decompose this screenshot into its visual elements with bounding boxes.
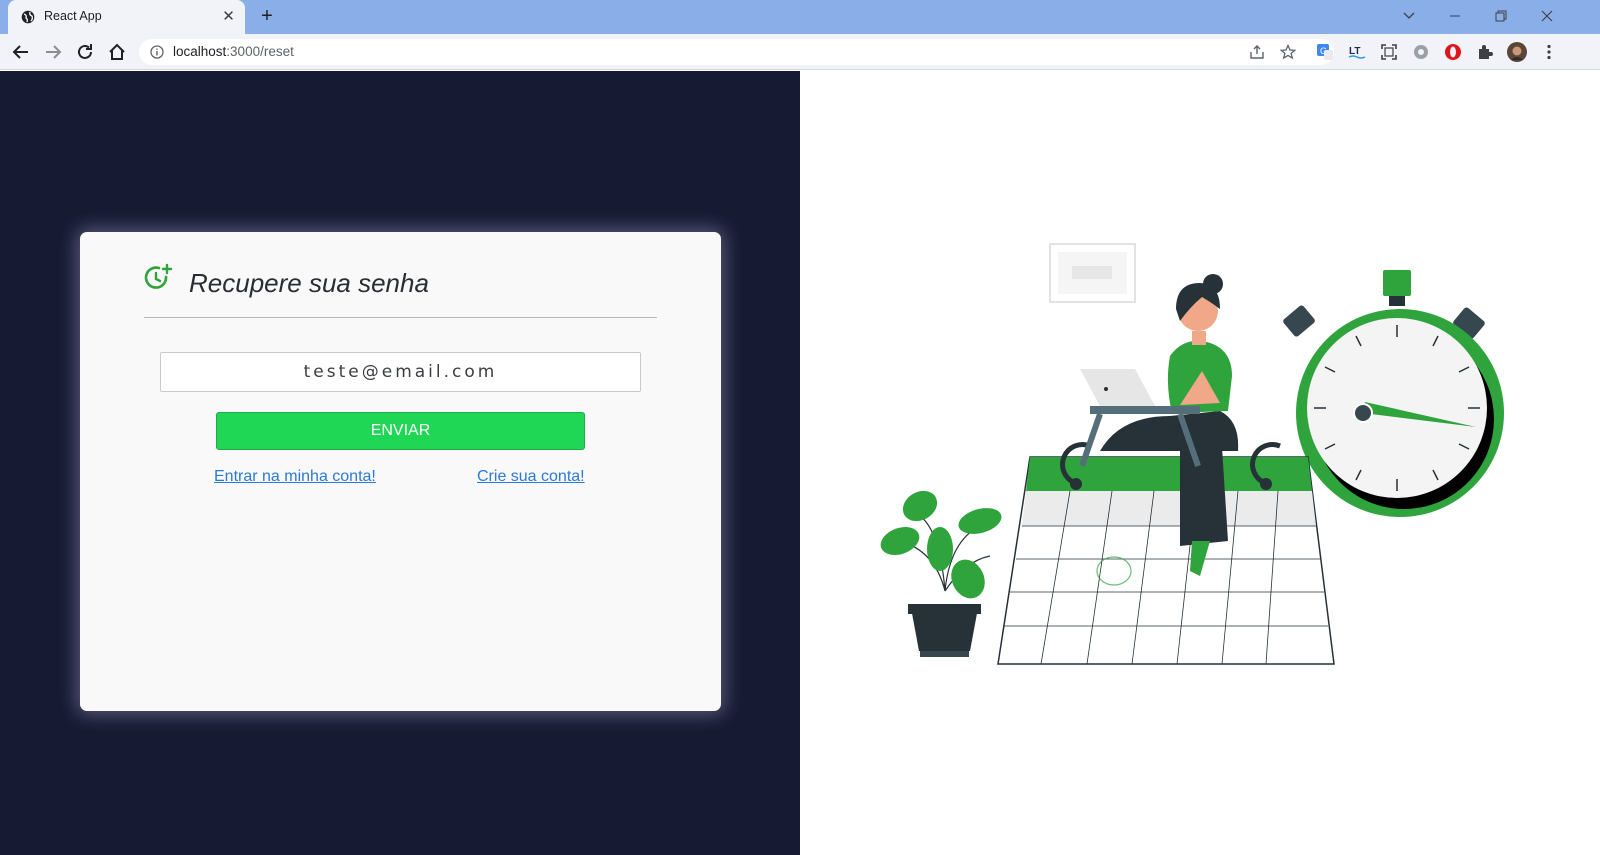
extensions-puzzle-icon[interactable] — [1476, 43, 1494, 61]
languagetool-extension-icon[interactable]: LT — [1348, 43, 1366, 61]
bookmark-star-icon[interactable] — [1280, 44, 1296, 60]
restore-icon[interactable] — [1490, 6, 1512, 26]
tab-close-icon[interactable]: ✕ — [220, 8, 237, 25]
share-icon[interactable] — [1249, 44, 1265, 60]
send-button[interactable]: ENVIAR — [216, 412, 585, 450]
reset-password-card: Recupere sua senha ENVIAR Entrar na minh… — [80, 232, 721, 711]
site-info-icon[interactable] — [150, 45, 164, 59]
browser-toolbar: localhost:3000/reset G LT — [0, 34, 1600, 70]
home-icon[interactable] — [106, 41, 128, 63]
browser-menu-icon[interactable] — [1540, 43, 1558, 61]
back-arrow-icon[interactable] — [10, 41, 32, 63]
url-path: :3000/reset — [226, 44, 294, 59]
settings-gear-extension-icon[interactable] — [1412, 43, 1430, 61]
login-link[interactable]: Entrar na minha conta! — [214, 468, 376, 486]
reload-icon[interactable] — [74, 41, 96, 63]
url-host: localhost — [173, 44, 227, 59]
forward-arrow-icon[interactable] — [42, 41, 64, 63]
translate-extension-icon[interactable]: G — [1316, 43, 1334, 61]
tab-title: React App — [44, 9, 102, 23]
screenshot-extension-icon[interactable] — [1380, 43, 1398, 61]
browser-tab[interactable]: React App ✕ — [8, 0, 245, 34]
calendar-stopwatch-illustration — [880, 243, 1504, 665]
page-title: Recupere sua senha — [189, 268, 429, 298]
right-panel — [800, 71, 1600, 855]
globe-icon — [21, 10, 35, 24]
clock-plus-icon — [144, 263, 173, 289]
tab-search-chevron-icon[interactable] — [1398, 6, 1420, 26]
calendar — [997, 442, 1335, 665]
email-field[interactable] — [160, 352, 641, 392]
left-panel: Recupere sua senha ENVIAR Entrar na minh… — [0, 71, 800, 855]
svg-text:LT: LT — [1349, 46, 1360, 57]
opera-extension-icon[interactable] — [1444, 43, 1462, 61]
url-text: localhost:3000/reset — [173, 44, 294, 59]
browser-tab-strip: React App ✕ + — [0, 0, 1600, 34]
stopwatch — [1283, 270, 1504, 517]
close-window-icon[interactable] — [1536, 6, 1558, 26]
title-divider — [144, 317, 657, 318]
wall-frame — [1049, 243, 1136, 303]
address-bar[interactable]: localhost:3000/reset — [139, 39, 1334, 65]
new-tab-button[interactable]: + — [256, 6, 278, 28]
minimize-icon[interactable] — [1444, 6, 1466, 26]
signup-link[interactable]: Crie sua conta! — [477, 468, 585, 486]
potted-plant — [880, 490, 1002, 657]
profile-avatar[interactable] — [1507, 42, 1527, 62]
